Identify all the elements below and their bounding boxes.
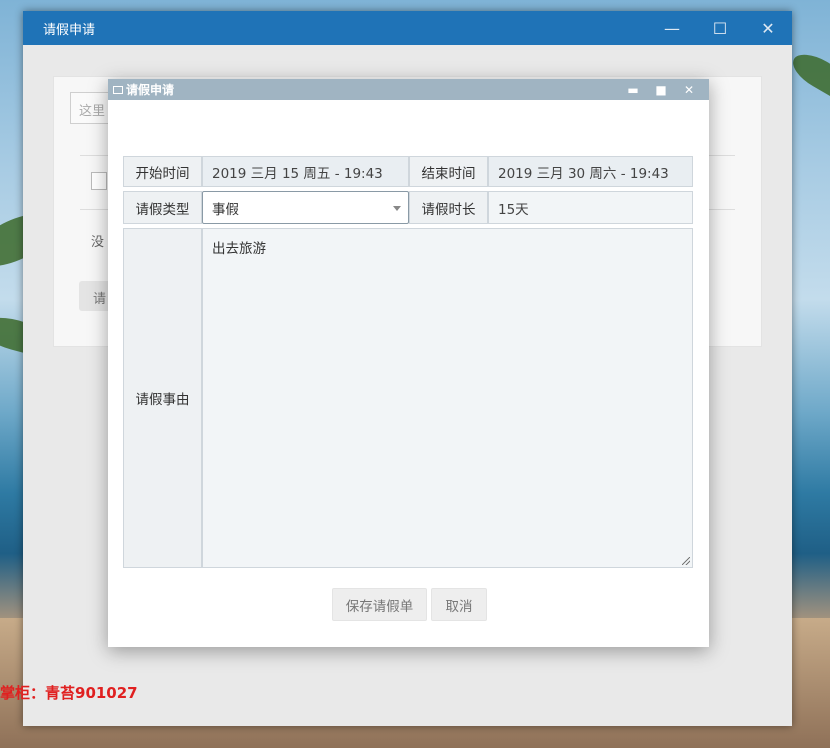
outer-titlebar[interactable]: 请假申请 — ☐ ✕ [23,11,792,45]
resize-grip-icon[interactable] [682,557,690,565]
reason-label: 请假事由 [123,228,202,568]
leave-type-value: 事假 [212,201,239,218]
background-empty-text: 没 [91,235,105,250]
start-time-label: 开始时间 [123,156,202,187]
end-time-label: 结束时间 [409,156,488,187]
window-icon [113,85,123,94]
leave-form: 开始时间 2019 三月 15 周五 - 19:43 结束时间 2019 三月 … [123,156,693,572]
close-button[interactable]: ✕ [744,11,792,45]
type-row: 请假类型 事假 请假时长 15天 [123,191,693,224]
palm-leaf-decoration [787,46,830,102]
dialog-actions: 保存请假单 取消 [108,588,709,621]
start-time-field[interactable]: 2019 三月 15 周五 - 19:43 [202,156,409,187]
leave-request-dialog: 请假申请 ▬ ■ ✕ 开始时间 2019 三月 15 周五 - 19:43 结束… [108,79,709,647]
dialog-controls: ▬ ■ ✕ [619,79,703,100]
maximize-button[interactable]: ☐ [696,11,744,45]
duration-field[interactable]: 15天 [488,191,693,224]
dialog-title: 请假申请 [126,83,175,97]
reason-text: 出去旅游 [212,241,266,257]
leave-type-label: 请假类型 [123,191,202,224]
time-row: 开始时间 2019 三月 15 周五 - 19:43 结束时间 2019 三月 … [123,156,693,187]
reason-row: 请假事由 出去旅游 [123,228,693,568]
cancel-button[interactable]: 取消 [431,588,487,621]
duration-label: 请假时长 [409,191,488,224]
end-time-field[interactable]: 2019 三月 30 周六 - 19:43 [488,156,693,187]
chevron-down-icon [393,206,401,211]
outer-window-title: 请假申请 [43,22,96,38]
dialog-titlebar[interactable]: 请假申请 ▬ ■ ✕ [108,79,709,100]
watermark-text: 掌柜：青苔901027 [0,684,138,702]
reason-textarea[interactable]: 出去旅游 [202,228,693,568]
background-checkbox[interactable] [91,172,107,190]
dialog-minimize-button[interactable]: ▬ [619,83,647,97]
dialog-maximize-button[interactable]: ■ [647,83,675,97]
leave-type-select[interactable]: 事假 [202,191,409,224]
dialog-content: 开始时间 2019 三月 15 周五 - 19:43 结束时间 2019 三月 … [108,100,709,647]
minimize-button[interactable]: — [648,11,696,45]
dialog-close-button[interactable]: ✕ [675,83,703,97]
outer-window-controls: — ☐ ✕ [648,11,792,45]
save-button[interactable]: 保存请假单 [332,588,427,621]
